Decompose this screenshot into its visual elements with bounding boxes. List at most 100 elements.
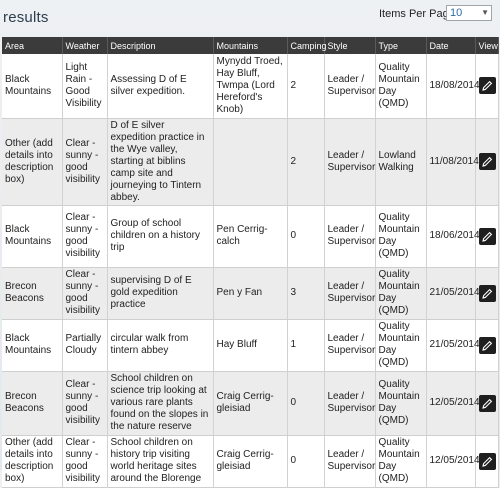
edit-pencil-icon — [481, 456, 492, 467]
items-per-page-label: Items Per Page — [379, 8, 455, 20]
cell-camping: 0 — [287, 205, 325, 268]
cell-camping: 1 — [287, 319, 325, 372]
cell-camping: 3 — [287, 267, 325, 320]
column-header-camping[interactable]: Camping — [287, 37, 327, 54]
cell-date: 21/05/2014 — [426, 319, 480, 372]
cell-weather: Clear - sunny - good visibility — [62, 267, 108, 320]
cell-area: Brecon Beacons — [2, 267, 63, 320]
cell-description: circular walk from tintern abbey — [107, 319, 214, 372]
cell-view — [475, 371, 499, 436]
column-header-description[interactable]: Description — [107, 37, 214, 54]
cell-style: Leader / Supervisor — [324, 435, 376, 488]
cell-style: Leader / Supervisor — [324, 205, 376, 268]
table-row: Black Mountains Clear - sunny - good vis… — [2, 205, 499, 268]
edit-pencil-icon — [481, 340, 492, 351]
cell-mountains: Craig Cerrig-gleisiad — [213, 435, 288, 488]
view-edit-button[interactable] — [478, 394, 496, 412]
cell-type: Quality Mountain Day (QMD) — [375, 319, 427, 372]
cell-type: Quality Mountain Day (QMD) — [375, 267, 427, 320]
table-row: Brecon Beacons Clear - sunny - good visi… — [2, 371, 499, 436]
cell-description: School children on science trip looking … — [107, 371, 214, 436]
cell-area: Other (add details into description box) — [2, 435, 63, 488]
table-header-row: Area Weather Description Mountains Campi… — [2, 37, 499, 54]
cell-date: 12/05/2014 — [426, 435, 480, 488]
table-row: Other (add details into description box)… — [2, 118, 499, 206]
cell-view — [475, 319, 499, 372]
column-header-area[interactable]: Area — [2, 37, 63, 54]
table-row: Brecon Beacons Clear - sunny - good visi… — [2, 267, 499, 320]
cell-camping: 0 — [287, 371, 325, 436]
cell-view — [475, 118, 499, 206]
cell-style: Leader / Supervisor — [324, 319, 376, 372]
cell-weather: Clear - sunny - good visibility — [62, 205, 108, 268]
table-row: Black Mountains Partially Cloudy circula… — [2, 319, 499, 372]
view-edit-button[interactable] — [478, 227, 496, 245]
cell-area: Black Mountains — [2, 319, 63, 372]
items-per-page-value: 10 — [450, 7, 463, 19]
cell-type: Quality Mountain Day (QMD) — [375, 435, 427, 488]
cell-mountains: Pen y Fan — [213, 267, 288, 320]
column-header-style[interactable]: Style — [324, 37, 376, 54]
cell-camping: 2 — [287, 54, 325, 119]
view-edit-button[interactable] — [478, 336, 496, 354]
cell-mountains: Pen Cerrig-calch — [213, 205, 288, 268]
column-header-type[interactable]: Type — [375, 37, 427, 54]
cell-camping: 2 — [287, 118, 325, 206]
cell-description: Assessing D of E silver expedition. — [107, 54, 214, 119]
cell-type: Quality Mountain Day (QMD) — [375, 205, 427, 268]
cell-type: Lowland Walking — [375, 118, 427, 206]
edit-pencil-icon — [481, 398, 492, 409]
table-row: Black Mountains Light Rain - Good Visibi… — [2, 54, 499, 119]
cell-weather: Clear - sunny - good visibility — [62, 371, 108, 436]
cell-type: Quality Mountain Day (QMD) — [375, 371, 427, 436]
view-edit-button[interactable] — [478, 153, 496, 170]
cell-view — [475, 54, 499, 119]
cell-camping: 0 — [287, 435, 325, 488]
cell-style: Leader / Supervisor — [324, 54, 376, 119]
cell-date: 21/05/2014 — [426, 267, 480, 320]
results-header: results Items Per Page 10 ▼ — [0, 0, 500, 36]
cell-type: Quality Mountain Day (QMD) — [375, 54, 427, 119]
cell-style: Leader / Supervisor — [324, 267, 376, 320]
column-header-weather[interactable]: Weather — [62, 37, 108, 54]
cell-area: Black Mountains — [2, 54, 63, 119]
items-per-page-select[interactable]: 10 ▼ — [446, 5, 492, 21]
table-row: Other (add details into description box)… — [2, 435, 499, 488]
edit-pencil-icon — [481, 81, 492, 92]
view-edit-button[interactable] — [478, 284, 496, 302]
edit-pencil-icon — [481, 231, 492, 242]
cell-description: supervising D of E gold expedition pract… — [107, 267, 214, 320]
chevron-down-icon: ▼ — [481, 8, 489, 17]
cell-description: D of E silver expedition practice in the… — [107, 118, 214, 206]
cell-date: 18/08/2014 — [426, 54, 480, 119]
cell-view — [475, 205, 499, 268]
cell-view — [475, 267, 499, 320]
cell-weather: Partially Cloudy — [62, 319, 108, 372]
column-header-view: View — [475, 37, 499, 54]
column-header-date[interactable]: Date — [426, 37, 476, 54]
cell-style: Leader / Supervisor — [324, 118, 376, 206]
cell-area: Brecon Beacons — [2, 371, 63, 436]
page-title: results — [3, 9, 49, 26]
cell-style: Leader / Supervisor — [324, 371, 376, 436]
cell-view — [475, 435, 499, 488]
edit-pencil-icon — [481, 288, 492, 299]
column-header-mountains[interactable]: Mountains — [213, 37, 288, 54]
cell-date: 11/08/2014 — [426, 118, 479, 206]
cell-mountains: Craig Cerrig-gleisiad — [213, 371, 288, 436]
cell-date: 18/06/2014 — [426, 205, 480, 268]
view-edit-button[interactable] — [478, 77, 496, 95]
cell-date: 12/05/2014 — [426, 371, 480, 436]
cell-weather: Clear - sunny - good visibility — [62, 435, 108, 488]
results-table: Area Weather Description Mountains Campi… — [2, 37, 499, 488]
cell-mountains: Mynydd Troed, Hay Bluff, Twmpa (Lord Her… — [213, 54, 288, 119]
cell-area: Black Mountains — [2, 205, 63, 268]
cell-description: School children on history trip visiting… — [107, 435, 214, 488]
cell-weather: Clear - sunny - good visibility — [62, 118, 108, 206]
edit-pencil-icon — [481, 156, 492, 167]
cell-weather: Light Rain - Good Visibility — [62, 54, 108, 119]
cell-area: Other (add details into description box) — [2, 118, 63, 206]
cell-mountains: Hay Bluff — [213, 319, 288, 372]
view-edit-button[interactable] — [478, 452, 496, 470]
cell-description: Group of school children on a history tr… — [107, 205, 214, 268]
